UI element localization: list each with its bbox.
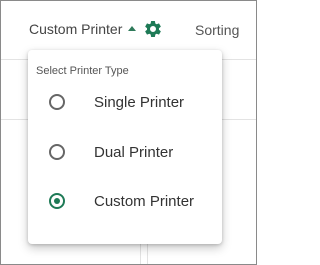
background-divider: [147, 244, 148, 264]
printer-type-dropdown[interactable]: Custom Printer: [29, 21, 137, 37]
background-divider: [140, 244, 141, 264]
sorting-tab[interactable]: Sorting: [195, 22, 239, 38]
option-label: Single Printer: [94, 93, 185, 111]
option-dual-printer[interactable]: Dual Printer: [28, 132, 222, 172]
caret-up-icon: [128, 26, 137, 31]
gear-icon[interactable]: [143, 19, 163, 39]
radio-dual-printer[interactable]: [49, 144, 65, 160]
option-single-printer[interactable]: Single Printer: [28, 82, 222, 122]
menu-header: Select Printer Type: [36, 65, 129, 77]
radio-custom-printer[interactable]: [49, 193, 65, 209]
option-label: Custom Printer: [94, 192, 195, 210]
printer-type-menu: Select Printer Type Single Printer Dual …: [28, 50, 222, 244]
option-label: Dual Printer: [94, 143, 174, 161]
printer-type-dropdown-label: Custom Printer: [29, 21, 123, 37]
option-custom-printer[interactable]: Custom Printer: [28, 181, 222, 221]
radio-single-printer[interactable]: [49, 94, 65, 110]
